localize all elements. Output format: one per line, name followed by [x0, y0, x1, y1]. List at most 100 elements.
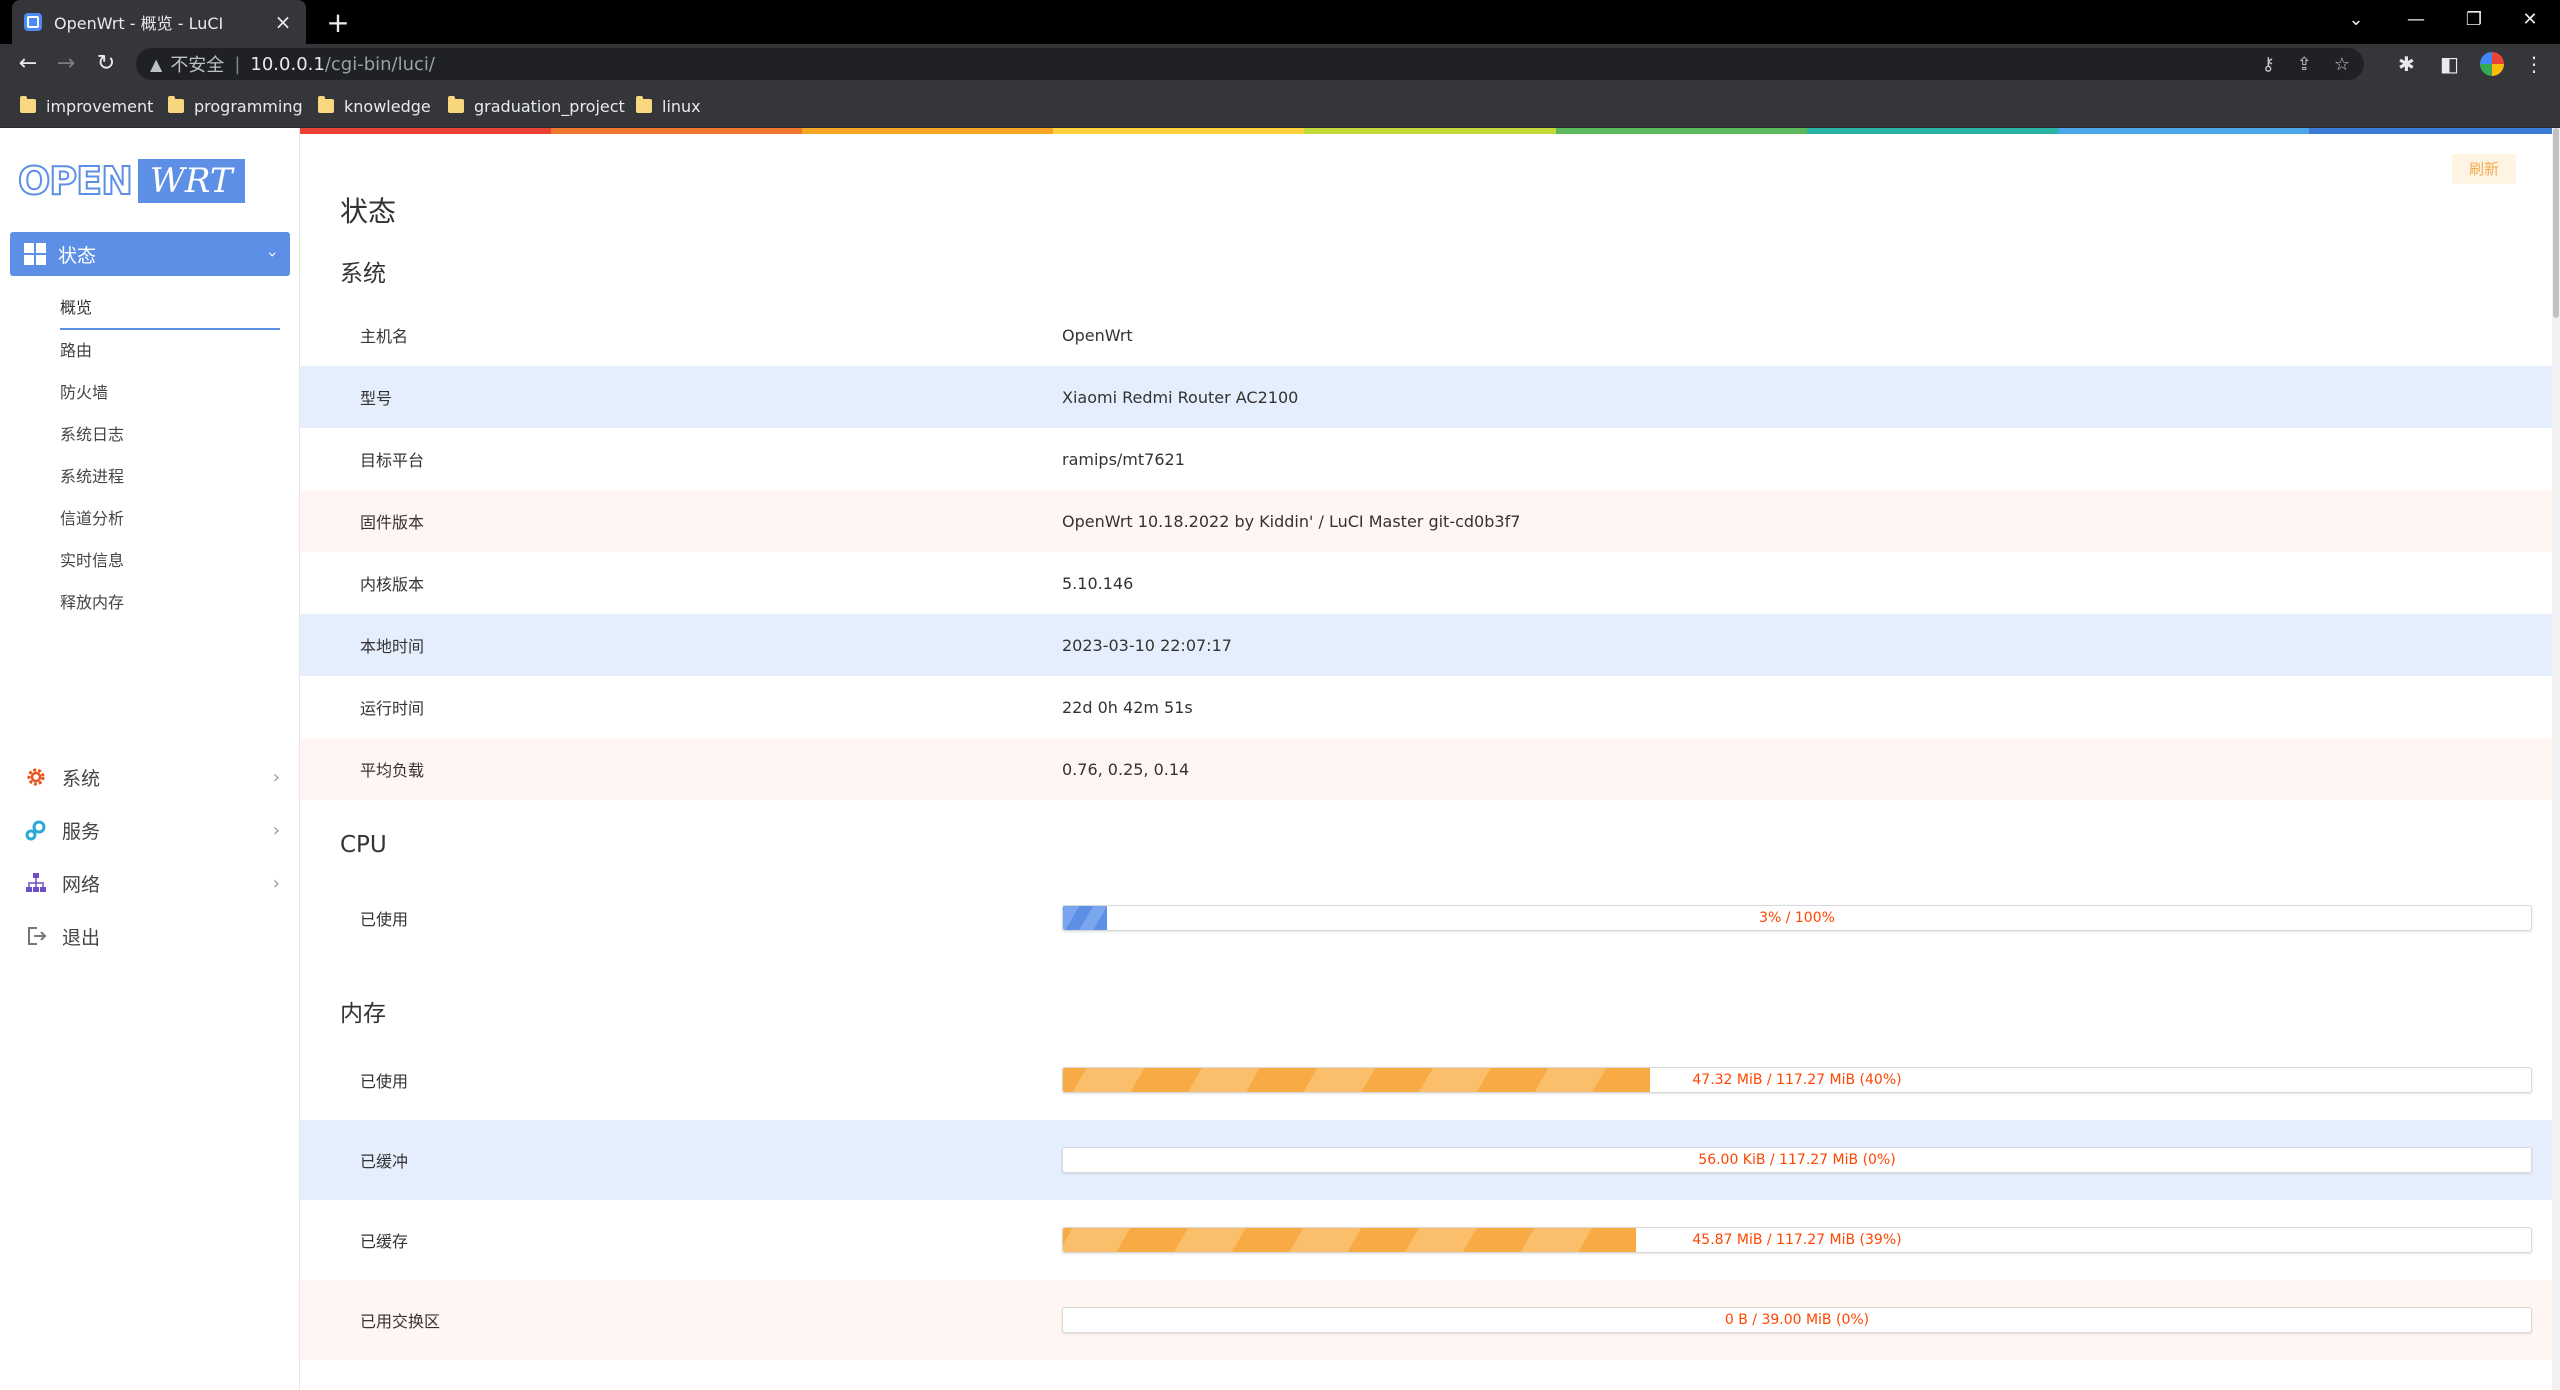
close-window-icon[interactable]: ✕: [2510, 4, 2550, 36]
share-icon[interactable]: ⇪: [2297, 54, 2312, 75]
menu-logout-label: 退出: [62, 926, 101, 949]
menu-system[interactable]: 系统 ›: [24, 754, 280, 800]
new-tab-icon[interactable]: +: [322, 6, 354, 39]
submenu-free-memory[interactable]: 释放内存: [60, 582, 280, 624]
row-key: 已缓冲: [360, 1152, 409, 1171]
not-secure-warning-icon[interactable]: ▲: [150, 55, 162, 74]
tab-close-icon[interactable]: ×: [272, 10, 294, 34]
table-row: 已缓冲 56.00 KiB / 117.27 MiB (0%): [300, 1120, 2552, 1200]
bookmark-star-icon[interactable]: ☆: [2334, 54, 2350, 75]
tab-search-icon[interactable]: ⌄: [2336, 4, 2376, 36]
submenu-channel-analysis[interactable]: 信道分析: [60, 498, 280, 540]
menu-logout[interactable]: 退出: [24, 913, 280, 959]
row-key: 固件版本: [360, 513, 425, 532]
row-key: 型号: [360, 389, 393, 408]
table-row: 目标平台 ramips/mt7621: [300, 428, 2552, 490]
progress-text: 3% / 100%: [1759, 910, 1835, 926]
menu-status-label: 状态: [58, 244, 97, 267]
openwrt-favicon-icon: [24, 13, 42, 31]
swap-used-progress-bar: 0 B / 39.00 MiB (0%): [1062, 1307, 2532, 1333]
network-tree-icon: [24, 871, 48, 895]
table-row: 已用交换区 0 B / 39.00 MiB (0%): [300, 1280, 2552, 1360]
progress-text: 56.00 KiB / 117.27 MiB (0%): [1698, 1152, 1896, 1168]
menu-network[interactable]: 网络 ›: [24, 860, 280, 906]
menu-network-label: 网络: [62, 873, 101, 896]
scrollbar-thumb[interactable]: [2553, 128, 2559, 318]
submenu-routes[interactable]: 路由: [60, 330, 280, 372]
table-row: 本地时间 2023-03-10 22:07:17: [300, 614, 2552, 676]
table-row: 已缓存 45.87 MiB / 117.27 MiB (39%): [300, 1200, 2552, 1280]
menu-status[interactable]: 状态 ›: [10, 232, 290, 276]
memory-cached-progress-bar: 45.87 MiB / 117.27 MiB (39%): [1062, 1227, 2532, 1253]
table-row: 运行时间 22d 0h 42m 51s: [300, 676, 2552, 738]
row-key: 运行时间: [360, 699, 425, 718]
row-value: 5.10.146: [1062, 573, 1134, 593]
row-value: 22d 0h 42m 51s: [1062, 697, 1193, 717]
status-submenu: 概览 路由 防火墙 系统日志 系统进程 信道分析 实时信息 释放内存: [60, 288, 280, 624]
back-icon[interactable]: ←: [12, 48, 44, 80]
submenu-system-log[interactable]: 系统日志: [60, 414, 280, 456]
address-bar[interactable]: ▲ 不安全 | 10.0.0.1 /cgi-bin/luci/ ⚷ ⇪ ☆: [136, 48, 2364, 80]
submenu-realtime[interactable]: 实时信息: [60, 540, 280, 582]
table-row: 已使用 47.32 MiB / 117.27 MiB (40%): [300, 1040, 2552, 1120]
restore-icon[interactable]: ❐: [2454, 4, 2494, 36]
bookmark-label: graduation_project: [474, 96, 625, 116]
url-path[interactable]: /cgi-bin/luci/: [325, 54, 435, 75]
page-title: 状态: [340, 195, 397, 228]
bookmark-graduation-project[interactable]: graduation_project: [448, 92, 625, 120]
gear-icon: [24, 765, 48, 789]
cpu-usage-progress-bar: 3% / 100%: [1062, 905, 2532, 931]
system-heading: 系统: [340, 261, 386, 287]
folder-icon: [448, 96, 464, 113]
row-key: 已用交换区: [360, 1312, 441, 1331]
tab-title: OpenWrt - 概览 - LuCI: [54, 14, 224, 33]
row-key: 主机名: [360, 327, 409, 346]
chevron-right-icon: ›: [272, 819, 280, 841]
row-key: 平均负载: [360, 761, 425, 780]
browser-tab[interactable]: OpenWrt - 概览 - LuCI ×: [12, 0, 306, 44]
extensions-icon[interactable]: ✱: [2398, 48, 2415, 80]
table-row: 主机名 OpenWrt: [300, 304, 2552, 366]
menu-kebab-icon[interactable]: ⋮: [2524, 48, 2544, 80]
refresh-button[interactable]: 刷新: [2452, 154, 2516, 184]
side-panel-icon[interactable]: ◧: [2440, 48, 2459, 80]
luci-page: OPEN WRT 状态 › 概览 路由 防火墙 系统日志 系统进程 信道分析 实…: [0, 128, 2560, 1390]
row-key: 已使用: [360, 910, 409, 929]
forward-icon[interactable]: →: [50, 48, 82, 80]
folder-icon: [636, 96, 652, 113]
submenu-firewall[interactable]: 防火墙: [60, 372, 280, 414]
page-scrollbar[interactable]: [2552, 128, 2560, 1390]
profile-avatar[interactable]: [2480, 48, 2504, 80]
submenu-processes[interactable]: 系统进程: [60, 456, 280, 498]
folder-icon: [20, 96, 36, 113]
bookmark-linux[interactable]: linux: [636, 92, 701, 120]
url-host[interactable]: 10.0.0.1: [250, 54, 324, 75]
row-key: 已缓存: [360, 1232, 409, 1251]
menu-system-label: 系统: [62, 767, 101, 790]
row-key: 本地时间: [360, 637, 425, 656]
folder-icon: [318, 96, 334, 113]
bookmark-label: improvement: [46, 96, 154, 116]
row-value: 2023-03-10 22:07:17: [1062, 635, 1232, 655]
row-key: 目标平台: [360, 451, 425, 470]
cpu-heading: CPU: [340, 832, 387, 858]
table-row: 型号 Xiaomi Redmi Router AC2100: [300, 366, 2552, 428]
row-key: 已使用: [360, 1072, 409, 1091]
password-key-icon[interactable]: ⚷: [2262, 54, 2275, 75]
minimize-icon[interactable]: —: [2396, 4, 2436, 36]
progress-text: 47.32 MiB / 117.27 MiB (40%): [1692, 1072, 1902, 1088]
row-value: Xiaomi Redmi Router AC2100: [1062, 387, 1299, 407]
menu-services[interactable]: 服务 ›: [24, 807, 280, 853]
openwrt-logo[interactable]: OPEN WRT: [17, 158, 245, 204]
logo-wrt-text: WRT: [137, 159, 245, 203]
bookmark-knowledge[interactable]: knowledge: [318, 92, 431, 120]
table-row: 内核版本 5.10.146: [300, 552, 2552, 614]
bookmark-programming[interactable]: programming: [168, 92, 303, 120]
bookmark-improvement[interactable]: improvement: [20, 92, 153, 120]
reload-icon[interactable]: ↻: [90, 48, 122, 80]
row-value: OpenWrt 10.18.2022 by Kiddin' / LuCI Mas…: [1062, 511, 1521, 531]
progress-text: 0 B / 39.00 MiB (0%): [1724, 1312, 1870, 1328]
logo-open-text: OPEN: [17, 158, 134, 204]
submenu-overview[interactable]: 概览: [60, 288, 280, 330]
not-secure-label[interactable]: 不安全: [170, 51, 224, 77]
